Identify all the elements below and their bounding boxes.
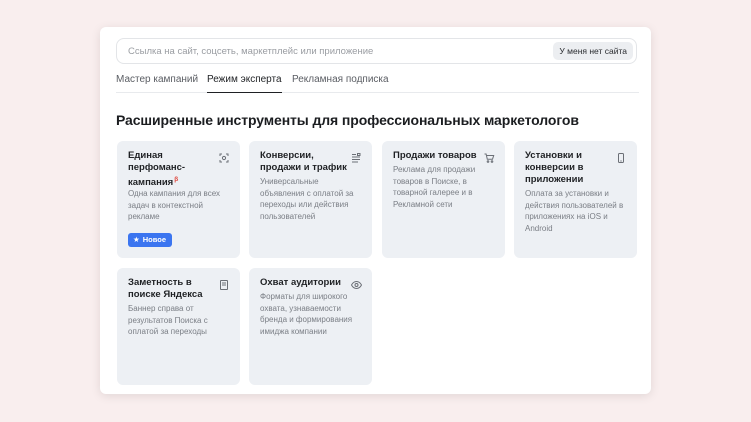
card-title: Установки и конверсии в приложении bbox=[525, 150, 584, 185]
card-title: Охват аудитории bbox=[260, 277, 341, 288]
card-search-visibility[interactable]: Заметность в поиске Яндекса Баннер справ… bbox=[117, 268, 240, 385]
card-title: Конверсии, продажи и трафик bbox=[260, 150, 347, 173]
tab-ad-subscription[interactable]: Рекламная подписка bbox=[292, 74, 389, 93]
star-icon: ★ bbox=[133, 235, 140, 244]
card-title: Продажи товаров bbox=[393, 150, 477, 161]
card-description: Баннер справа от результатов Поиска с оп… bbox=[128, 304, 208, 336]
banner-icon bbox=[219, 277, 229, 290]
card-description: Оплата за установки и действия пользоват… bbox=[525, 189, 624, 233]
list-lines-icon bbox=[351, 150, 361, 163]
card-unified-performance[interactable]: Единая перфоманс-кампанияβ Одна кампания… bbox=[117, 141, 240, 258]
card-product-sales[interactable]: Продажи товаров Реклама для продажи това… bbox=[382, 141, 505, 258]
card-description: Форматы для широкого охвата, узнаваемост… bbox=[260, 292, 353, 336]
eye-icon bbox=[350, 277, 363, 290]
card-description: Реклама для продажи товаров в Поиске, в … bbox=[393, 165, 476, 209]
card-title: Заметность в поиске Яндекса bbox=[128, 277, 203, 300]
new-badge: ★ Новое bbox=[128, 233, 172, 247]
campaign-type-panel: У меня нет сайта Мастер кампаний Режим э… bbox=[100, 27, 651, 394]
tab-campaign-wizard[interactable]: Мастер кампаний bbox=[116, 74, 198, 93]
card-description: Одна кампания для всех задач в контекстн… bbox=[128, 189, 220, 221]
site-url-bar: У меня нет сайта bbox=[116, 38, 637, 64]
smartphone-icon bbox=[616, 150, 626, 163]
tab-expert-mode[interactable]: Режим эксперта bbox=[207, 74, 282, 93]
mode-tabs: Мастер кампаний Режим эксперта Рекламная… bbox=[116, 74, 639, 93]
no-site-button[interactable]: У меня нет сайта bbox=[553, 42, 633, 60]
shopping-cart-icon bbox=[484, 150, 495, 163]
card-title: Единая перфоманс-кампанияβ bbox=[128, 150, 186, 189]
beta-mark: β bbox=[174, 176, 179, 183]
page-title: Расширенные инструменты для профессионал… bbox=[116, 112, 579, 128]
card-conversions-sales-traffic[interactable]: Конверсии, продажи и трафик Универсальны… bbox=[249, 141, 372, 258]
card-description: Универсальные объявления с оплатой за пе… bbox=[260, 177, 354, 221]
target-scan-icon bbox=[219, 150, 229, 163]
card-app-installs[interactable]: Установки и конверсии в приложении Оплат… bbox=[514, 141, 637, 258]
site-url-input[interactable] bbox=[128, 39, 548, 63]
card-audience-reach[interactable]: Охват аудитории Форматы для широкого охв… bbox=[249, 268, 372, 385]
